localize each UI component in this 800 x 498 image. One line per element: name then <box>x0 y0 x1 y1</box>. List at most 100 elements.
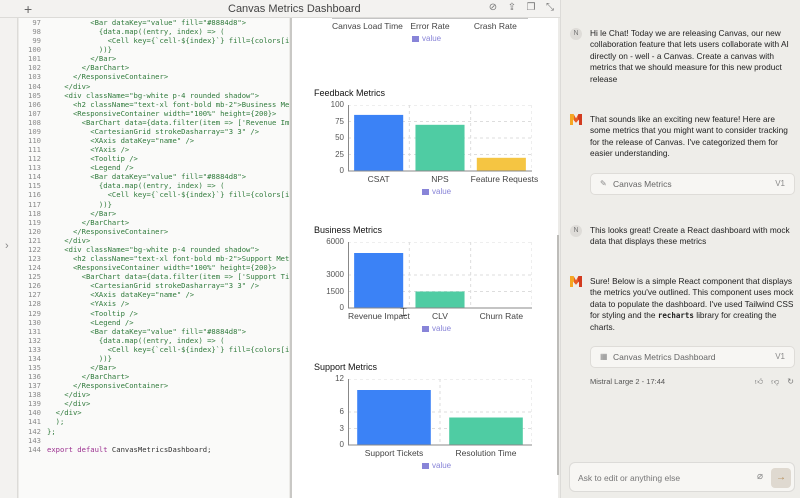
y-tick-label: 0 <box>339 440 344 449</box>
thumbs-up-icon[interactable]: 👍︎ <box>755 377 763 387</box>
chat-message-assistant: Sure! Below is a simple React component … <box>590 276 795 333</box>
bar-chart <box>348 105 532 172</box>
code-text: <XAxis dataKey="name" /> <box>47 290 195 300</box>
code-line: 101 </Bar> <box>19 54 289 63</box>
bar[interactable] <box>354 253 404 308</box>
y-tick-label: 6000 <box>326 237 344 246</box>
chat-panel: N Hi le Chat! Today we are releasing Can… <box>560 0 800 498</box>
pencil-icon: ✎ <box>600 179 607 188</box>
code-text: </div> <box>47 235 91 245</box>
code-line: 113 <Legend /> <box>19 163 289 172</box>
line-number: 105 <box>28 90 41 100</box>
line-number: 107 <box>28 108 41 118</box>
collapse-icon[interactable]: ⤡ <box>544 2 556 14</box>
bar[interactable] <box>354 114 404 171</box>
chart-legend[interactable]: value <box>422 187 451 196</box>
line-number: 125 <box>28 272 41 282</box>
send-button[interactable]: → <box>771 468 791 488</box>
code-line: 127 <XAxis dataKey="name" /> <box>19 290 289 299</box>
code-line: 112 <Tooltip /> <box>19 154 289 163</box>
mistral-logo-icon <box>570 114 582 125</box>
code-text: {data.map((entry, index) => ( <box>47 181 225 191</box>
line-number: 133 <box>28 344 41 354</box>
copy-icon[interactable]: ❐ <box>525 2 537 14</box>
line-number: 140 <box>28 408 41 418</box>
code-line: 107 <ResponsiveContainer width="100%" he… <box>19 109 289 118</box>
legend-swatch <box>422 325 429 332</box>
hide-icon[interactable]: ⊘ <box>487 2 499 14</box>
line-number: 130 <box>28 317 41 327</box>
code-text: </BarChart> <box>47 63 130 73</box>
x-tick-label: Crash Rate <box>473 21 517 31</box>
x-tick-label: CSAT <box>367 174 390 184</box>
line-number: 106 <box>28 99 41 109</box>
title-chevron-down-icon[interactable]: ⌄ <box>344 2 352 13</box>
line-number: 132 <box>28 335 41 345</box>
code-line: 141 ); <box>19 417 289 426</box>
code-line: 116 <Cell key={`cell-${index}`} fill={co… <box>19 190 289 199</box>
bar[interactable] <box>476 157 526 171</box>
chart-legend[interactable]: value <box>422 461 451 470</box>
line-number: 112 <box>28 154 41 164</box>
code-line: 128 <YAxis /> <box>19 299 289 308</box>
chart-legend[interactable]: value <box>412 34 441 43</box>
y-tick-label: 3 <box>339 423 344 433</box>
retry-icon[interactable]: ↻ <box>787 377 794 387</box>
bar-chart <box>332 18 528 19</box>
code-line: 119 </BarChart> <box>19 218 289 227</box>
legend-label: value <box>432 461 452 470</box>
code-text: <Tooltip /> <box>47 154 138 164</box>
code-text: </Bar> <box>47 54 117 64</box>
code-text: <BarChart data={data.filter(item => ['Re… <box>47 117 289 127</box>
code-text: </BarChart> <box>47 217 130 227</box>
artifact-canvas-metrics[interactable]: ✎ Canvas Metrics V1 <box>590 173 795 195</box>
line-number: 138 <box>28 390 41 400</box>
code-line: 120 </ResponsiveContainer> <box>19 227 289 236</box>
user-avatar: N <box>570 225 582 237</box>
dashboard-icon: ▦ <box>600 352 608 361</box>
code-text: export default CanvasMetricsDashboard; <box>47 444 212 454</box>
code-line: 144 export default CanvasMetricsDashboard… <box>19 445 289 454</box>
expand-chevron-icon[interactable]: › <box>5 240 9 252</box>
code-text: <CartesianGrid strokeDasharray="3 3" /> <box>47 281 260 291</box>
preview-scrollbar[interactable] <box>557 235 559 475</box>
y-tick-label: 6 <box>339 407 344 416</box>
y-tick-label: 75 <box>335 116 344 126</box>
code-text: <h2 className="text-xl font-bold mb-2">S… <box>47 254 289 264</box>
share-icon[interactable]: ⇪ <box>506 2 518 14</box>
dashboard-preview[interactable]: Canvas Load Time Error Rate Crash Rate valu… <box>292 18 558 498</box>
inline-code: recharts <box>657 311 694 321</box>
bar[interactable] <box>357 390 431 445</box>
line-number: 117 <box>28 199 41 209</box>
chart-title: Support Metrics <box>314 362 378 372</box>
thumbs-down-icon[interactable]: 👎︎ <box>771 377 779 387</box>
line-number: 131 <box>28 326 41 336</box>
bar[interactable] <box>415 124 465 171</box>
code-editor[interactable]: 97 <Bar dataKey="value" fill="#8884d8"> 9… <box>19 18 289 498</box>
code-text: ))} <box>47 45 112 55</box>
artifact-version: V1 <box>775 179 785 188</box>
code-text: </div> <box>47 81 91 91</box>
window-title: Canvas Metrics Dashboard <box>228 3 361 15</box>
new-tab-icon[interactable]: + <box>24 1 32 17</box>
chart-legend[interactable]: value <box>422 324 451 333</box>
legend-label: value <box>432 324 452 333</box>
code-text: <Tooltip /> <box>47 308 138 318</box>
line-number: 104 <box>28 81 41 91</box>
code-line: 122 <div className="bg-white p-4 rounded… <box>19 245 289 254</box>
code-text: </div> <box>47 408 82 418</box>
code-text: <Cell key={`cell-${index}`} fill={colors… <box>47 344 289 354</box>
code-text: </ResponsiveContainer> <box>47 381 169 391</box>
line-number: 137 <box>28 381 41 391</box>
line-number: 100 <box>28 45 41 55</box>
chat-message-user: Hi le Chat! Today we are releasing Canva… <box>590 28 789 84</box>
left-gutter: › <box>0 18 18 498</box>
line-number: 143 <box>28 435 41 445</box>
bar[interactable] <box>449 417 523 446</box>
line-number: 97 <box>32 18 41 27</box>
y-tick-label: 12 <box>335 374 344 383</box>
paperclip-icon[interactable]: ⌀ <box>757 471 763 482</box>
artifact-canvas-metrics-dashboard[interactable]: ▦ Canvas Metrics Dashboard V1 <box>590 346 795 368</box>
bar[interactable] <box>415 291 465 309</box>
chat-input[interactable] <box>578 470 748 486</box>
